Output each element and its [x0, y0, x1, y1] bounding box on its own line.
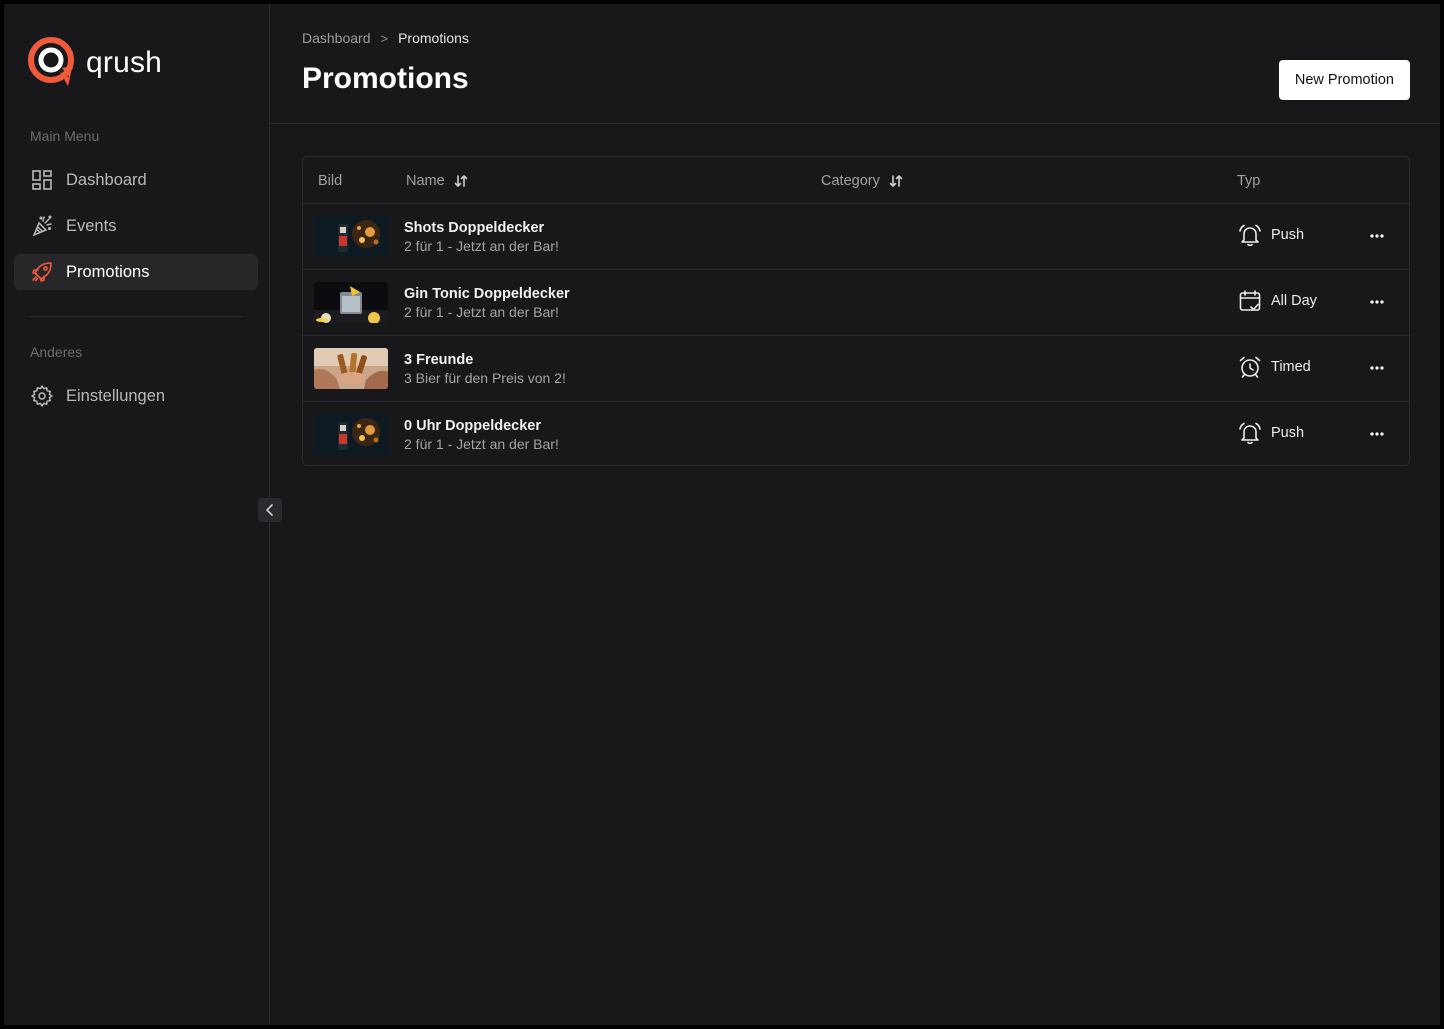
- sidebar-item-label: Events: [66, 216, 117, 235]
- promotion-subtitle: 2 für 1 - Jetzt an der Bar!: [404, 238, 559, 254]
- table-header: Bild Name Category Typ: [303, 157, 1409, 204]
- column-header-bild: Bild: [318, 157, 342, 204]
- more-horizontal-icon: [1370, 300, 1384, 304]
- app-window: qrush Main Menu Dashboard Events Promoti…: [4, 4, 1440, 1025]
- rocket-icon: [32, 262, 52, 282]
- column-label: Category: [821, 172, 880, 189]
- chevron-left-icon: [266, 504, 273, 516]
- promotion-type-label: All Day: [1271, 293, 1317, 309]
- sidebar-item-label: Promotions: [66, 262, 150, 281]
- promotion-image: [314, 216, 388, 257]
- shots-thumbnail: [314, 414, 388, 455]
- promotion-type: All Day: [1237, 288, 1317, 314]
- promotion-name-cell: 0 Uhr Doppeldecker 2 für 1 - Jetzt an de…: [404, 417, 559, 454]
- breadcrumb-dashboard-link[interactable]: Dashboard: [302, 30, 371, 46]
- promotion-type-label: Timed: [1271, 359, 1311, 375]
- promotion-type: Push: [1237, 420, 1304, 446]
- more-horizontal-icon: [1370, 432, 1384, 436]
- column-header-name[interactable]: Name: [406, 157, 469, 204]
- promotion-image: [314, 348, 388, 389]
- promotion-type: Push: [1237, 222, 1304, 248]
- sidebar-item-einstellungen[interactable]: Einstellungen: [14, 378, 258, 414]
- new-promotion-button[interactable]: New Promotion: [1278, 60, 1410, 100]
- breadcrumb-separator: >: [380, 30, 389, 46]
- column-label: Name: [406, 172, 445, 189]
- main-content: Dashboard > Promotions Promotions New Pr…: [270, 4, 1440, 1025]
- other-label: Anderes: [30, 344, 83, 360]
- promotion-image: [314, 414, 388, 455]
- promotion-subtitle: 2 für 1 - Jetzt an der Bar!: [404, 436, 559, 452]
- promotion-subtitle: 3 Bier für den Preis von 2!: [404, 370, 566, 386]
- qrush-logo-icon: [28, 37, 74, 86]
- collapse-sidebar-button[interactable]: [258, 498, 282, 522]
- promotions-table: Bild Name Category Typ Shots Doppeldecke…: [302, 156, 1410, 466]
- breadcrumb: Dashboard > Promotions: [302, 30, 469, 46]
- main-menu-label: Main Menu: [30, 128, 100, 144]
- sidebar-item-label: Dashboard: [66, 170, 147, 189]
- promotion-type: Timed: [1237, 354, 1311, 380]
- page-title: Promotions: [302, 62, 469, 95]
- more-horizontal-icon: [1370, 234, 1384, 238]
- shots-thumbnail: [314, 216, 388, 257]
- column-label: Bild: [318, 172, 343, 189]
- promotion-type-label: Push: [1271, 227, 1305, 243]
- sidebar-divider: [30, 316, 242, 317]
- sidebar: qrush Main Menu Dashboard Events Promoti…: [4, 4, 270, 1025]
- row-actions-button[interactable]: [1365, 292, 1389, 312]
- promotion-subtitle: 2 für 1 - Jetzt an der Bar!: [404, 304, 559, 320]
- bell-ringing-icon: [1239, 422, 1261, 445]
- column-header-typ: Typ: [1237, 157, 1260, 204]
- promotion-title: Gin Tonic Doppeldecker: [404, 286, 570, 302]
- breadcrumb-current: Promotions: [398, 30, 469, 46]
- column-label: Typ: [1237, 172, 1261, 189]
- promotion-type-label: Push: [1271, 425, 1305, 441]
- more-horizontal-icon: [1370, 366, 1384, 370]
- sidebar-item-promotions[interactable]: Promotions: [14, 254, 258, 290]
- gin-tonic-thumbnail: [314, 282, 388, 323]
- promotion-name-cell: Gin Tonic Doppeldecker 2 für 1 - Jetzt a…: [404, 285, 570, 322]
- alarm-clock-icon: [1239, 356, 1261, 378]
- table-row[interactable]: 0 Uhr Doppeldecker 2 für 1 - Jetzt an de…: [303, 402, 1409, 465]
- row-actions-button[interactable]: [1365, 226, 1389, 246]
- bell-ringing-icon: [1239, 224, 1261, 247]
- sidebar-item-events[interactable]: Events: [14, 208, 258, 244]
- sort-arrows-icon: [889, 174, 903, 187]
- promotion-title: 0 Uhr Doppeldecker: [404, 418, 541, 434]
- column-header-category[interactable]: Category: [821, 157, 904, 204]
- table-row[interactable]: 3 Freunde 3 Bier für den Preis von 2! Ti…: [303, 336, 1409, 402]
- calendar-check-icon: [1239, 290, 1261, 311]
- dashboard-grid-icon: [32, 170, 52, 190]
- row-actions-button[interactable]: [1365, 424, 1389, 444]
- promotion-name-cell: 3 Freunde 3 Bier für den Preis von 2!: [404, 351, 566, 388]
- row-actions-button[interactable]: [1365, 358, 1389, 378]
- table-row[interactable]: Shots Doppeldecker 2 für 1 - Jetzt an de…: [303, 204, 1409, 270]
- party-popper-icon: [32, 215, 52, 237]
- sort-arrows-icon: [454, 174, 467, 187]
- promotion-image: [314, 282, 388, 323]
- table-row[interactable]: Gin Tonic Doppeldecker 2 für 1 - Jetzt a…: [303, 270, 1409, 336]
- sidebar-item-dashboard[interactable]: Dashboard: [14, 162, 258, 198]
- sidebar-item-label: Einstellungen: [66, 386, 166, 405]
- gear-icon: [31, 385, 53, 407]
- promotion-title: Shots Doppeldecker: [404, 220, 545, 236]
- brand-name: qrush: [86, 46, 163, 79]
- beer-cheers-thumbnail: [314, 348, 388, 389]
- promotion-title: 3 Freunde: [404, 352, 474, 368]
- page-header: Dashboard > Promotions Promotions New Pr…: [270, 4, 1440, 124]
- promotion-name-cell: Shots Doppeldecker 2 für 1 - Jetzt an de…: [404, 219, 559, 256]
- logo[interactable]: qrush: [26, 34, 162, 92]
